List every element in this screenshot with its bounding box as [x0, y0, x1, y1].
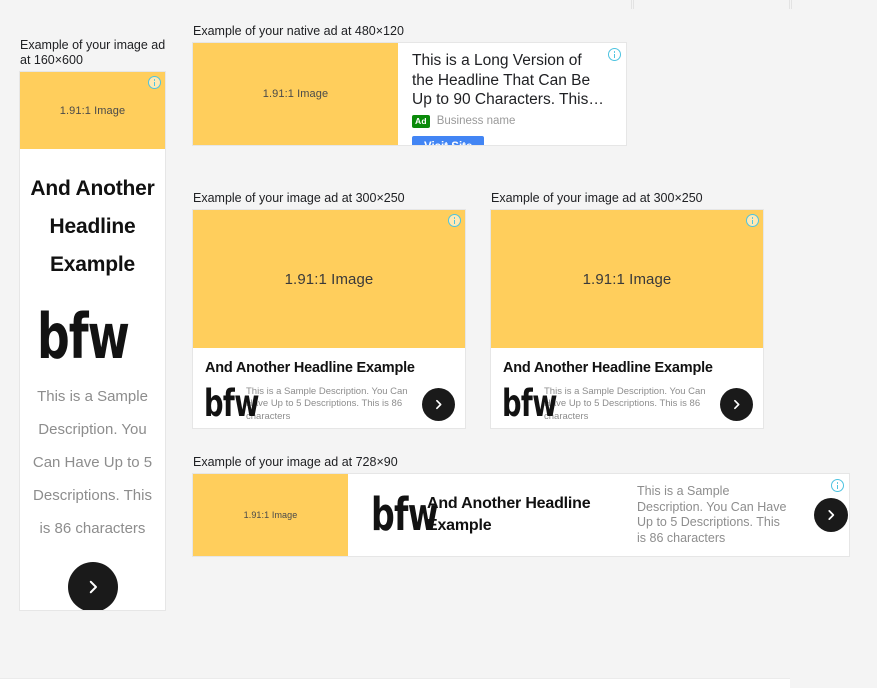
ad-bottom-row: bfw This is a Sample Description. You Ca…: [204, 382, 455, 426]
ad-preview-native-480x120: Example of your native ad at 480×120 1.9…: [193, 24, 626, 145]
adchoices-info-icon[interactable]: [608, 48, 621, 61]
brand-logo: bfw: [502, 382, 557, 426]
adchoices-info-icon[interactable]: [148, 76, 161, 89]
image-placeholder-label: 1.91:1 Image: [243, 510, 298, 520]
ad-preview-300x250-right: Example of your image ad at 300×250 1.91…: [491, 191, 763, 428]
ad-badge: Ad: [412, 114, 430, 128]
image-placeholder-label: 1.91:1 Image: [59, 104, 126, 117]
ad-bottom-row: bfw This is a Sample Description. You Ca…: [502, 382, 753, 426]
image-placeholder: 1.91:1 Image: [20, 72, 165, 149]
top-edge-artifact: [789, 0, 790, 9]
preview-label-300x250-left: Example of your image ad at 300×250: [193, 191, 405, 205]
top-edge-artifact: [791, 0, 792, 9]
ad-headline: And Another Headline Example: [30, 177, 155, 276]
image-placeholder-label: 1.91:1 Image: [582, 270, 672, 288]
top-edge-artifact: [633, 0, 634, 9]
ad-headline: And Another Headline Example: [205, 360, 415, 376]
brand-logo: bfw: [204, 382, 259, 426]
preview-label-160x600: Example of your image ad at 160×600: [20, 38, 166, 67]
image-placeholder: 1.91:1 Image: [193, 474, 348, 556]
image-placeholder: 1.91:1 Image: [491, 210, 763, 348]
ad-preview-160x600: Example of your image ad at 160×600 1.91…: [20, 38, 170, 610]
preview-label-300x250-right: Example of your image ad at 300×250: [491, 191, 703, 205]
ad-card-300x250-right[interactable]: 1.91:1 Image And Another Headline Exampl…: [491, 210, 763, 428]
ad-card-300x250-left[interactable]: 1.91:1 Image And Another Headline Exampl…: [193, 210, 465, 428]
cta-chevron-right-icon[interactable]: [67, 562, 118, 610]
image-placeholder: 1.91:1 Image: [193, 43, 398, 145]
image-placeholder: 1.91:1 Image: [193, 210, 465, 348]
image-placeholder-label: 1.91:1 Image: [284, 270, 374, 288]
ad-headline: This is a Long Version of the Headline T…: [412, 52, 604, 108]
logo-wrapper: bfw: [20, 299, 165, 373]
brand-logo: bfw: [36, 299, 130, 373]
top-edge-artifact: [631, 0, 632, 9]
native-ad-body: This is a Long Version of the Headline T…: [398, 43, 626, 145]
business-name: Business name: [436, 115, 516, 127]
ad-card-160x600[interactable]: 1.91:1 Image And Another Headline Exampl…: [20, 72, 165, 610]
ad-description: This is a Sample Description. You Can Ha…: [32, 388, 153, 537]
ad-card-728x90[interactable]: 1.91:1 Image bfw And Another Headline Ex…: [193, 474, 849, 556]
image-placeholder-label: 1.91:1 Image: [262, 88, 329, 100]
ad-headline: And Another Headline Example: [427, 495, 591, 534]
visit-site-button[interactable]: Visit Site: [412, 135, 485, 145]
cta-chevron-right-icon[interactable]: [720, 388, 753, 422]
ad-headline: And Another Headline Example: [503, 360, 713, 376]
preview-label-native-480x120: Example of your native ad at 480×120: [193, 24, 404, 38]
business-row: Ad Business name: [412, 114, 616, 128]
ad-description: This is a Sample Description. You Can Ha…: [246, 386, 408, 422]
ad-description: This is a Sample Description. You Can Ha…: [544, 386, 706, 422]
ad-card-native-480x120[interactable]: 1.91:1 Image This is a Long Version of t…: [193, 43, 626, 145]
adchoices-info-icon[interactable]: [831, 479, 844, 492]
ad-preview-728x90: Example of your image ad at 728×90 1.91:…: [193, 455, 849, 556]
banner-content: bfw And Another Headline Example This is…: [348, 474, 849, 556]
ad-preview-stage: Example of your image ad at 160×600 1.91…: [0, 0, 877, 688]
preview-label-728x90: Example of your image ad at 728×90: [193, 455, 398, 469]
cta-chevron-right-icon[interactable]: [422, 388, 455, 422]
cta-wrapper: [20, 562, 165, 610]
adchoices-info-icon[interactable]: [448, 214, 461, 227]
ad-preview-300x250-left: Example of your image ad at 300×250 1.91…: [193, 191, 465, 428]
cta-chevron-right-icon[interactable]: [814, 498, 848, 532]
ad-description: This is a Sample Description. You Can Ha…: [637, 484, 787, 545]
adchoices-info-icon[interactable]: [746, 214, 759, 227]
brand-logo: bfw: [371, 488, 438, 542]
